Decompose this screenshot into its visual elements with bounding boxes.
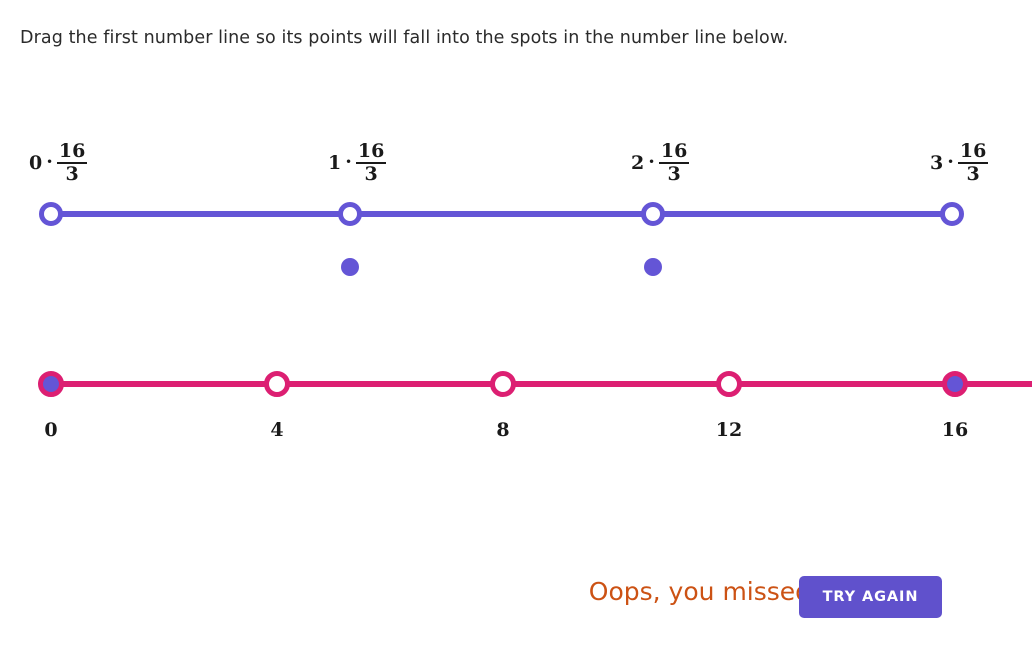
fraction-denominator: 3: [966, 163, 980, 185]
fraction-numerator: 16: [959, 140, 987, 162]
multiplication-dot-icon: ·: [46, 150, 53, 173]
label-fraction: 16 3: [355, 140, 387, 185]
pink-tick-label-0: 0: [44, 419, 58, 441]
fraction-denominator: 3: [364, 163, 378, 185]
pink-line-rail: [51, 381, 1032, 387]
purple-point-label-0: 0 · 16 3: [29, 140, 88, 185]
purple-point-3[interactable]: [940, 202, 964, 226]
purple-point-2[interactable]: [641, 202, 665, 226]
pink-point-4[interactable]: [264, 371, 290, 397]
fraction-numerator: 16: [660, 140, 688, 162]
pink-point-8[interactable]: [490, 371, 516, 397]
label-coefficient: 2: [631, 151, 645, 174]
pink-tick-label-16: 16: [941, 419, 969, 441]
multiplication-dot-icon: ·: [648, 150, 655, 173]
purple-point-label-1: 1 · 16 3: [328, 140, 387, 185]
purple-point-label-3: 3 · 16 3: [930, 140, 989, 185]
multiplication-dot-icon: ·: [947, 150, 954, 173]
multiplication-dot-icon: ·: [345, 150, 352, 173]
label-coefficient: 3: [930, 151, 944, 174]
label-coefficient: 1: [328, 151, 342, 174]
pink-tick-label-12: 12: [715, 419, 743, 441]
purple-point-label-2: 2 · 16 3: [631, 140, 690, 185]
number-line-stage: 0 · 16 3 1 · 16 3 2 · 16 3 3 · 16 3 0 4 8 12 16: [0, 0, 1032, 645]
purple-point-0[interactable]: [39, 202, 63, 226]
pink-tick-label-4: 4: [270, 419, 284, 441]
try-again-button[interactable]: TRY AGAIN: [799, 576, 942, 618]
fraction-numerator: 16: [58, 140, 86, 162]
label-fraction: 16 3: [957, 140, 989, 185]
pink-point-16[interactable]: [942, 371, 968, 397]
feedback-row: Oops, you missed. TRY AGAIN: [0, 576, 1032, 626]
pink-point-0[interactable]: [38, 371, 64, 397]
purple-marker-dot: [341, 258, 359, 276]
fraction-denominator: 3: [667, 163, 681, 185]
label-fraction: 16 3: [658, 140, 690, 185]
pink-point-12[interactable]: [716, 371, 742, 397]
purple-marker-dot: [644, 258, 662, 276]
purple-line-rail[interactable]: [51, 211, 952, 217]
pink-tick-label-8: 8: [496, 419, 510, 441]
fraction-denominator: 3: [65, 163, 79, 185]
label-fraction: 16 3: [56, 140, 88, 185]
purple-point-1[interactable]: [338, 202, 362, 226]
feedback-message: Oops, you missed.: [588, 577, 819, 606]
label-coefficient: 0: [29, 151, 43, 174]
fraction-numerator: 16: [357, 140, 385, 162]
